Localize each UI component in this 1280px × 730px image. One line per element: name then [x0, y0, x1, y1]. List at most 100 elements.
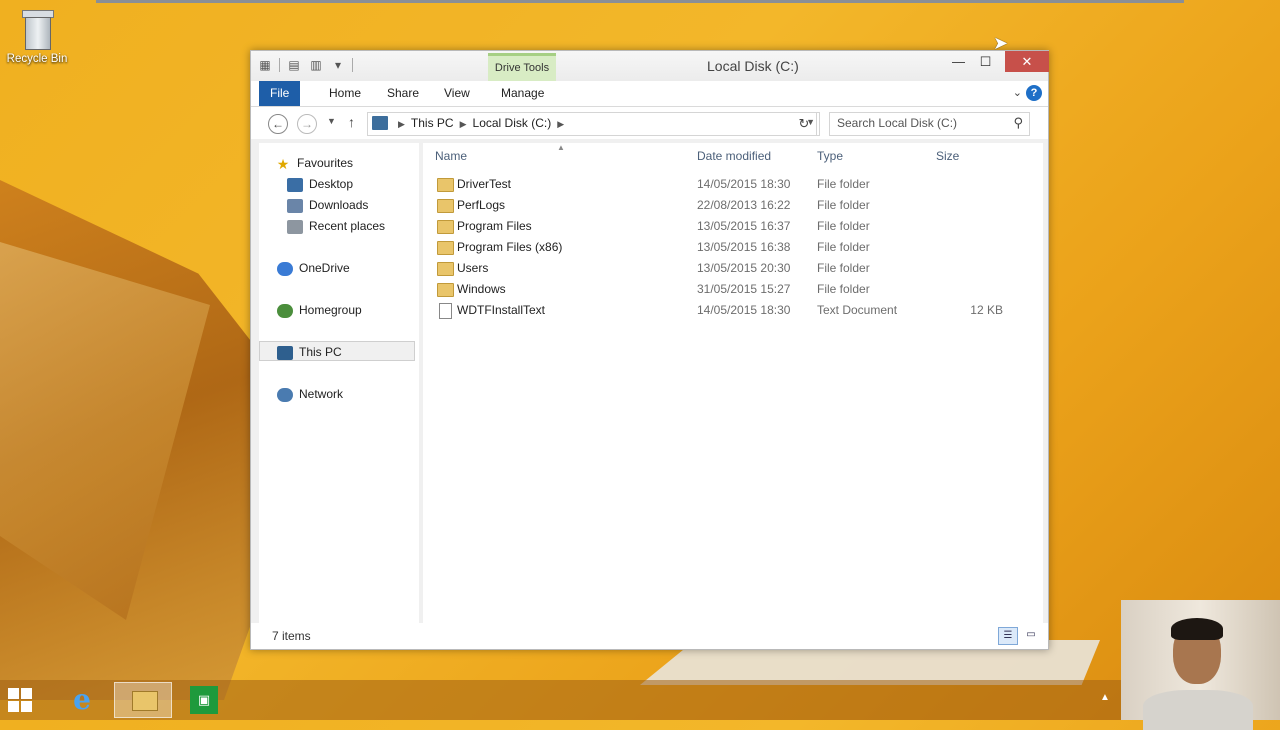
nav-item-downloads[interactable]: Downloads: [287, 195, 443, 215]
explorer-app-icon[interactable]: ▦: [257, 57, 273, 73]
recent-locations-chevron-icon[interactable]: ▼: [327, 116, 336, 126]
file-row[interactable]: Program Files (x86) 13/05/2015 16:38 Fil…: [423, 237, 1033, 258]
tab-share[interactable]: Share: [377, 81, 429, 106]
breadcrumb-this-pc[interactable]: This PC: [411, 116, 454, 130]
folder-icon: [132, 691, 158, 711]
navigation-bar: ← → ▼ ↑ ▶ This PC ▶ Local Disk (C:) ▶ ▼ ↻ Se…: [251, 107, 1048, 139]
file-type: File folder: [817, 282, 870, 296]
file-explorer-taskbar-button[interactable]: [114, 682, 172, 718]
network-icon: [277, 387, 293, 402]
recycle-bin-desktop-icon[interactable]: Recycle Bin: [4, 8, 70, 65]
column-header-name[interactable]: Name: [435, 149, 467, 163]
column-header-type[interactable]: Type: [817, 149, 843, 163]
tab-file[interactable]: File: [259, 81, 301, 106]
internet-explorer-icon[interactable]: e: [62, 684, 102, 716]
nav-item-label: Recent places: [309, 219, 386, 233]
file-explorer-window: ▦ ▤ ▥ ▾ Drive Tools Local Disk (C:) — ☐ …: [250, 50, 1049, 650]
file-row[interactable]: Windows 31/05/2015 15:27 File folder: [423, 279, 1033, 300]
nav-item-recent-places[interactable]: Recent places: [287, 216, 443, 236]
nav-item-homegroup[interactable]: Homegroup: [277, 300, 433, 320]
close-button[interactable]: ✕: [1005, 51, 1049, 72]
star-icon: ★: [276, 155, 290, 172]
status-bar: 7 items ☰ ▭: [251, 623, 1048, 649]
breadcrumb-local-disk[interactable]: Local Disk (C:): [473, 116, 552, 130]
folder-icon: [437, 178, 454, 192]
breadcrumb-separator-icon: ▶: [398, 119, 405, 129]
file-row[interactable]: PerfLogs 22/08/2013 16:22 File folder: [423, 195, 1033, 216]
back-button[interactable]: ←: [268, 114, 288, 134]
show-hidden-icons-icon[interactable]: ▲: [1100, 692, 1110, 703]
nav-item-desktop[interactable]: Desktop: [287, 174, 443, 194]
nav-item-label: Homegroup: [299, 303, 362, 317]
file-type: File folder: [817, 219, 870, 233]
file-date: 14/05/2015 18:30: [697, 177, 791, 191]
folder-icon: [437, 220, 454, 234]
nav-item-favourites[interactable]: ★ Favourites: [275, 153, 431, 173]
refresh-button[interactable]: ↻: [792, 112, 817, 136]
nav-item-label: OneDrive: [299, 261, 350, 275]
expand-ribbon-chevron-icon[interactable]: ⌄: [1013, 86, 1022, 99]
details-view-icon[interactable]: ☰: [998, 627, 1018, 645]
document-icon: [439, 303, 452, 319]
tab-view[interactable]: View: [434, 81, 480, 106]
navigation-pane: ★ Favourites Desktop Downloads Recent pla…: [259, 143, 419, 623]
file-name: Program Files: [457, 219, 532, 233]
file-type: File folder: [817, 261, 870, 275]
breadcrumb-separator-icon[interactable]: ▶: [460, 119, 467, 129]
item-count: 7 items: [272, 629, 311, 643]
file-row[interactable]: DriverTest 14/05/2015 18:30 File folder: [423, 174, 1033, 195]
sort-ascending-icon: ▲: [557, 143, 565, 152]
search-input[interactable]: Search Local Disk (C:): [837, 116, 957, 130]
nav-item-this-pc[interactable]: This PC: [259, 341, 415, 361]
file-row[interactable]: Users 13/05/2015 20:30 File folder: [423, 258, 1033, 279]
file-name: Users: [457, 261, 489, 275]
tab-home[interactable]: Home: [319, 81, 371, 106]
minimize-button[interactable]: —: [945, 51, 972, 72]
webcam-overlay: [1121, 600, 1280, 730]
customize-qat-icon[interactable]: ▾: [330, 57, 346, 73]
search-box[interactable]: Search Local Disk (C:) ⚲: [829, 112, 1030, 136]
up-button[interactable]: ↑: [348, 114, 355, 130]
start-button[interactable]: [8, 688, 32, 712]
file-row[interactable]: WDTFInstallText 14/05/2015 18:30 Text Do…: [423, 300, 1033, 321]
nav-item-onedrive[interactable]: OneDrive: [277, 258, 433, 278]
store-icon[interactable]: ▣: [190, 686, 218, 714]
properties-icon[interactable]: ▤: [286, 57, 302, 73]
column-header-size[interactable]: Size: [936, 149, 959, 163]
file-type: File folder: [817, 177, 870, 191]
file-date: 22/08/2013 16:22: [697, 198, 791, 212]
desktop-top-strip: [96, 0, 1184, 3]
large-icons-view-icon[interactable]: ▭: [1022, 627, 1040, 643]
tab-manage[interactable]: Manage: [491, 81, 554, 106]
drive-tools-context-tab[interactable]: Drive Tools: [488, 53, 556, 82]
file-name: Program Files (x86): [457, 240, 563, 254]
window-title: Local Disk (C:): [707, 58, 799, 74]
search-icon[interactable]: ⚲: [1013, 115, 1023, 131]
file-name: DriverTest: [457, 177, 512, 191]
file-date: 13/05/2015 20:30: [697, 261, 791, 275]
file-date: 13/05/2015 16:37: [697, 219, 791, 233]
webcam-person-shoulders: [1143, 690, 1253, 730]
this-pc-icon: [277, 345, 293, 360]
column-header-date-modified[interactable]: Date modified: [697, 149, 771, 163]
maximize-button[interactable]: ☐: [972, 51, 999, 72]
new-folder-icon[interactable]: ▥: [308, 57, 324, 73]
file-row[interactable]: Program Files 13/05/2015 16:37 File fold…: [423, 216, 1033, 237]
ribbon-tabs: File Home Share View Manage ⌄ ?: [251, 81, 1048, 107]
file-date: 13/05/2015 16:38: [697, 240, 791, 254]
nav-item-label: Desktop: [309, 177, 354, 191]
help-icon[interactable]: ?: [1026, 85, 1042, 101]
separator: [352, 58, 353, 72]
file-type: File folder: [817, 198, 870, 212]
forward-button[interactable]: →: [297, 114, 317, 134]
breadcrumb-separator-icon[interactable]: ▶: [557, 119, 564, 129]
file-size: 12 KB: [970, 303, 1003, 317]
onedrive-icon: [277, 261, 293, 276]
nav-item-network[interactable]: Network: [277, 384, 433, 404]
nav-item-label: Favourites: [297, 156, 354, 170]
nav-item-label: This PC: [299, 345, 342, 359]
title-bar[interactable]: ▦ ▤ ▥ ▾ Drive Tools Local Disk (C:) — ☐ …: [251, 51, 1049, 82]
address-bar[interactable]: ▶ This PC ▶ Local Disk (C:) ▶ ▼: [367, 112, 820, 136]
nav-item-label: Network: [299, 387, 344, 401]
breadcrumb: ▶ This PC ▶ Local Disk (C:) ▶: [392, 116, 570, 130]
